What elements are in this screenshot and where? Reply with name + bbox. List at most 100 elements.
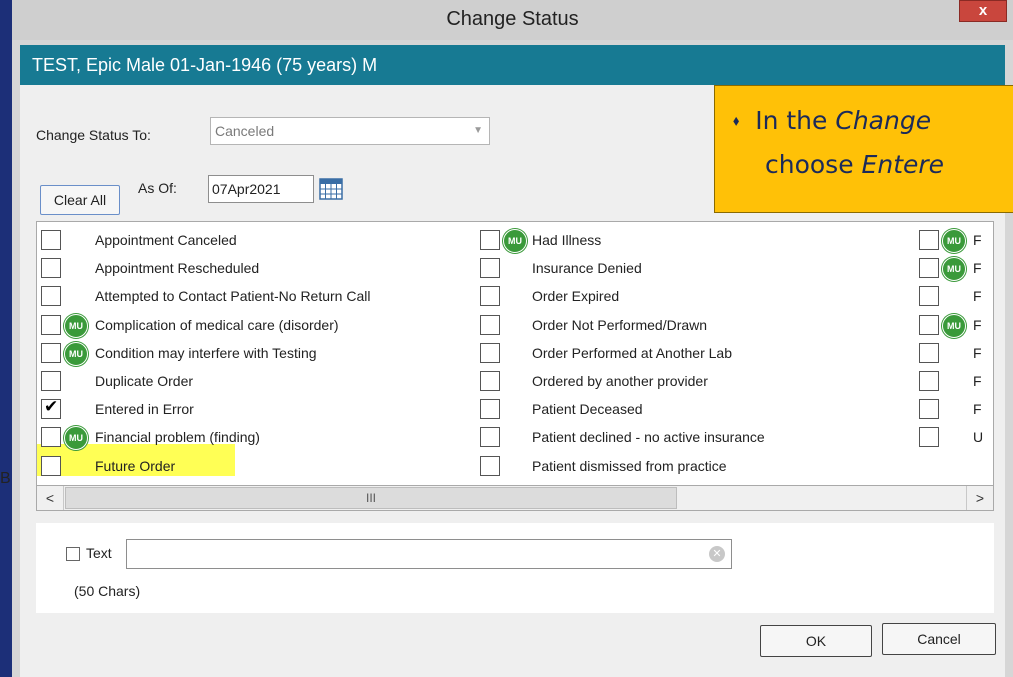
reason-item[interactable]: F bbox=[919, 339, 993, 367]
reason-item[interactable]: U bbox=[919, 423, 993, 451]
reason-item[interactable]: MU F bbox=[919, 254, 993, 282]
window-title: Change Status bbox=[446, 8, 579, 30]
reason-checkbox[interactable] bbox=[919, 314, 939, 335]
clear-text-icon[interactable]: ✕ bbox=[709, 546, 725, 562]
reason-item[interactable]: MU F bbox=[919, 311, 993, 339]
reason-item[interactable]: F bbox=[919, 395, 993, 423]
reason-label: Patient declined - no active insurance bbox=[532, 429, 765, 446]
reason-checkbox[interactable] bbox=[41, 258, 61, 279]
reason-item[interactable]: Attempted to Contact Patient-No Return C… bbox=[41, 282, 481, 310]
reason-label: Order Performed at Another Lab bbox=[532, 344, 732, 361]
reason-checkbox[interactable] bbox=[480, 342, 500, 363]
reason-label: Duplicate Order bbox=[95, 372, 194, 389]
reason-label: F bbox=[973, 260, 982, 277]
reason-item[interactable]: Appointment Rescheduled bbox=[41, 254, 481, 282]
reason-item[interactable]: Patient Deceased bbox=[480, 395, 920, 423]
reason-checkbox[interactable] bbox=[41, 342, 61, 363]
as-of-date-input[interactable]: 07Apr2021 bbox=[208, 175, 314, 203]
change-status-select[interactable]: Canceled ▼ bbox=[210, 117, 490, 145]
calendar-icon[interactable] bbox=[318, 175, 344, 201]
reason-label: Order Not Performed/Drawn bbox=[532, 316, 708, 333]
reason-checkbox[interactable] bbox=[41, 427, 61, 448]
close-button[interactable]: x bbox=[959, 0, 1007, 22]
reason-item[interactable]: MU Had Illness bbox=[480, 226, 920, 254]
reason-item[interactable]: MU Financial problem (finding) bbox=[41, 423, 481, 451]
scroll-left-arrow-icon[interactable]: < bbox=[37, 486, 64, 510]
callout-text: In the bbox=[755, 106, 836, 135]
patient-banner: TEST, Epic Male 01-Jan-1946 (75 years) M bbox=[20, 45, 1005, 85]
reason-item[interactable]: F bbox=[919, 282, 993, 310]
reason-checkbox[interactable] bbox=[41, 455, 61, 476]
reason-item[interactable]: Ordered by another provider bbox=[480, 367, 920, 395]
text-checkbox[interactable] bbox=[66, 547, 80, 561]
reason-checkbox[interactable] bbox=[919, 399, 939, 420]
reason-checkbox[interactable] bbox=[919, 258, 939, 279]
reason-checkbox[interactable] bbox=[41, 314, 61, 335]
reason-checkbox[interactable] bbox=[919, 370, 939, 391]
reason-checkbox[interactable] bbox=[919, 286, 939, 307]
reason-label: F bbox=[973, 288, 982, 305]
chevron-down-icon: ▼ bbox=[473, 125, 483, 136]
reason-checkbox[interactable] bbox=[480, 455, 500, 476]
reason-item[interactable]: MU Complication of medical care (disorder… bbox=[41, 311, 481, 339]
reason-checkbox[interactable] bbox=[480, 230, 500, 250]
text-input[interactable]: ✕ bbox=[126, 539, 732, 569]
reason-item[interactable]: MU Condition may interfere with Testing bbox=[41, 339, 481, 367]
reason-label: Patient dismissed from practice bbox=[532, 457, 727, 474]
ok-button[interactable]: OK bbox=[760, 625, 872, 657]
mu-badge-icon: MU bbox=[942, 229, 966, 253]
callout-text: choose bbox=[765, 150, 862, 179]
reason-item[interactable]: F bbox=[919, 367, 993, 395]
reason-label: U bbox=[973, 429, 984, 446]
reason-label: Condition may interfere with Testing bbox=[95, 344, 317, 361]
mu-badge-icon: MU bbox=[503, 229, 527, 253]
reason-checkbox[interactable] bbox=[41, 286, 61, 307]
reason-column-1: Appointment Canceled Appointment Resched… bbox=[41, 226, 481, 480]
mu-badge-icon: MU bbox=[64, 426, 88, 451]
callout-line-1: ⬧ In the Change bbox=[733, 106, 931, 135]
reason-checkbox[interactable] bbox=[480, 314, 500, 335]
reason-item[interactable]: Duplicate Order bbox=[41, 367, 481, 395]
char-limit-hint: (50 Chars) bbox=[74, 583, 141, 599]
reason-item[interactable]: Appointment Canceled bbox=[41, 226, 481, 254]
reason-label: Attempted to Contact Patient-No Return C… bbox=[95, 288, 371, 305]
horizontal-scrollbar[interactable]: < III > bbox=[36, 485, 994, 511]
reason-column-2: MU Had Illness Insurance Denied Order Exp… bbox=[480, 226, 920, 480]
reason-label: Appointment Rescheduled bbox=[95, 260, 260, 277]
reason-label: F bbox=[973, 401, 982, 418]
reason-item[interactable]: MU F bbox=[919, 226, 993, 254]
reason-checkbox[interactable] bbox=[41, 230, 61, 250]
reason-checkbox[interactable] bbox=[480, 399, 500, 420]
change-status-value: Canceled bbox=[215, 123, 275, 139]
reason-item[interactable]: Insurance Denied bbox=[480, 254, 920, 282]
reason-checkbox[interactable] bbox=[919, 342, 939, 363]
clear-all-button[interactable]: Clear All bbox=[40, 185, 120, 215]
reason-checkbox[interactable] bbox=[480, 286, 500, 307]
reason-checkbox-checked[interactable] bbox=[41, 397, 61, 420]
scroll-thumb[interactable]: III bbox=[65, 487, 677, 509]
reason-item[interactable]: Order Not Performed/Drawn bbox=[480, 311, 920, 339]
as-of-label: As Of: bbox=[138, 180, 177, 196]
reason-label: Patient Deceased bbox=[532, 401, 643, 418]
text-panel: Text ✕ (50 Chars) bbox=[36, 523, 994, 613]
reason-item[interactable]: Patient declined - no active insurance bbox=[480, 423, 920, 451]
reason-label: Insurance Denied bbox=[532, 260, 642, 277]
scroll-right-arrow-icon[interactable]: > bbox=[966, 486, 993, 510]
reason-checkbox[interactable] bbox=[480, 370, 500, 391]
reason-column-3: MU F MU F F MU F F F F U bbox=[919, 226, 993, 452]
reason-item-entered-in-error[interactable]: Entered in Error bbox=[41, 395, 481, 423]
reason-item[interactable]: Patient dismissed from practice bbox=[480, 452, 920, 480]
title-bar: Change Status x bbox=[12, 0, 1013, 40]
reason-checkbox[interactable] bbox=[41, 370, 61, 391]
cancel-button[interactable]: Cancel bbox=[882, 623, 996, 655]
reason-item[interactable]: Order Performed at Another Lab bbox=[480, 339, 920, 367]
reason-item[interactable]: Future Order bbox=[41, 452, 481, 480]
reason-checkbox[interactable] bbox=[480, 427, 500, 448]
text-label: Text bbox=[86, 545, 112, 561]
mu-badge-icon: MU bbox=[942, 313, 966, 338]
reason-checkbox[interactable] bbox=[919, 427, 939, 448]
reason-label: Had Illness bbox=[532, 232, 602, 248]
reason-checkbox[interactable] bbox=[480, 258, 500, 279]
reason-checkbox[interactable] bbox=[919, 230, 939, 250]
reason-item[interactable]: Order Expired bbox=[480, 282, 920, 310]
